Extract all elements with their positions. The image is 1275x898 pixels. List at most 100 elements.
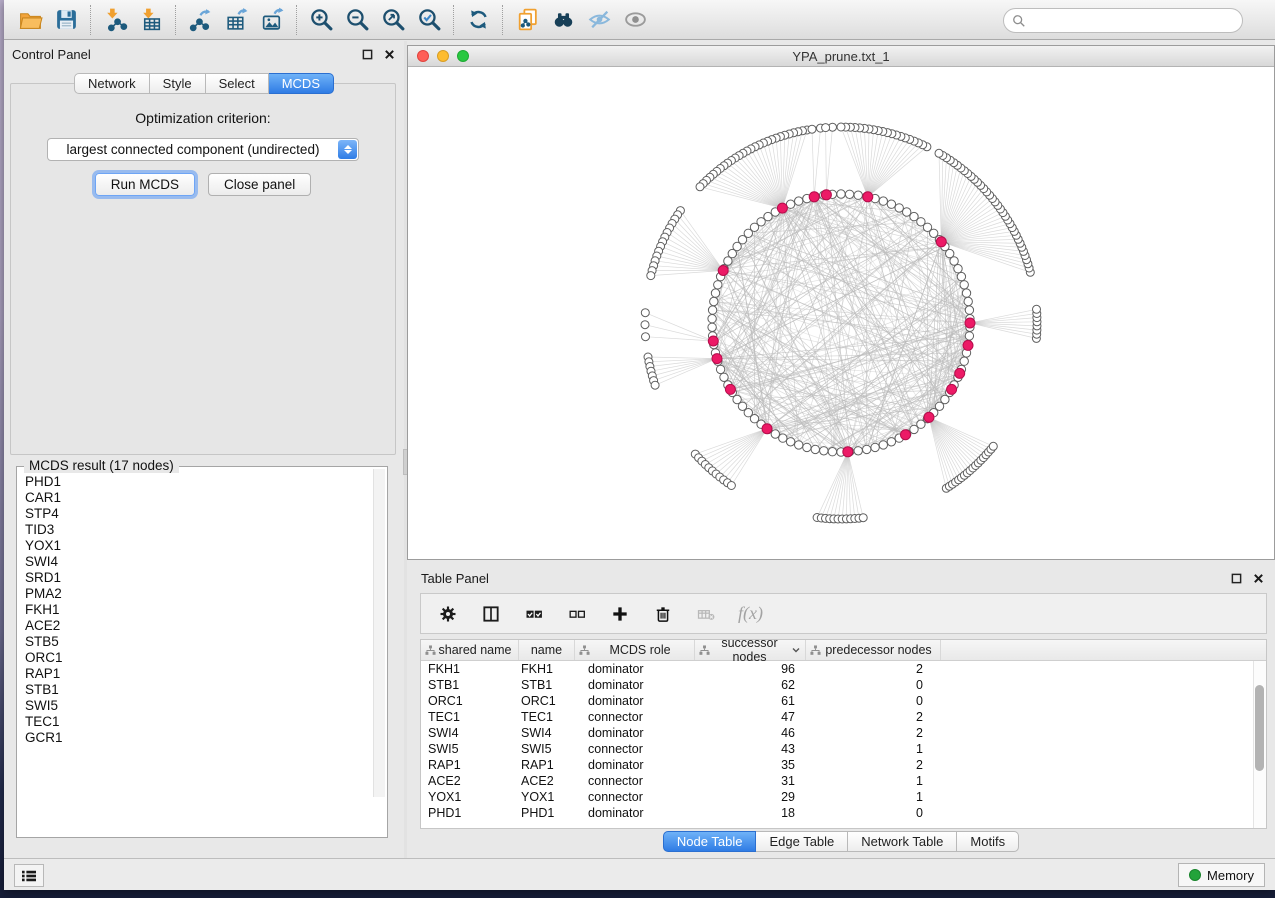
window-controls: [417, 50, 469, 62]
float-panel-icon[interactable]: [360, 47, 374, 61]
column-header-name[interactable]: name: [519, 640, 575, 660]
tab-select[interactable]: Select: [206, 73, 269, 94]
toolbar-separator: [502, 5, 503, 35]
table-row[interactable]: ACE2ACE2connector311: [421, 773, 1266, 789]
table-row[interactable]: TEC1TEC1connector472: [421, 709, 1266, 725]
search-box: [1003, 8, 1243, 33]
add-row-icon[interactable]: [609, 603, 631, 625]
mcds-result-item[interactable]: RAP1: [25, 666, 372, 682]
table-scrollbar[interactable]: [1253, 661, 1266, 828]
duplicate-network-icon[interactable]: [509, 3, 545, 37]
memory-button[interactable]: Memory: [1178, 863, 1265, 887]
table-cell: dominator: [575, 725, 695, 741]
network-graph[interactable]: [408, 67, 1274, 559]
table-row[interactable]: PHD1PHD1dominator180: [421, 805, 1266, 821]
close-window-icon[interactable]: [417, 50, 429, 62]
zoom-out-icon[interactable]: [339, 3, 375, 37]
network-titlebar[interactable]: YPA_prune.txt_1: [408, 46, 1274, 67]
maximize-window-icon[interactable]: [457, 50, 469, 62]
table-row[interactable]: FKH1FKH1dominator962: [421, 661, 1266, 677]
tab-network-table[interactable]: Network Table: [848, 831, 957, 852]
table-cell: 2: [806, 725, 941, 741]
run-mcds-button[interactable]: Run MCDS: [95, 173, 195, 196]
mcds-result-item[interactable]: FKH1: [25, 602, 372, 618]
mcds-list-scrollbar[interactable]: [373, 469, 385, 797]
hide-selected-icon[interactable]: [581, 3, 617, 37]
export-table-icon[interactable]: [218, 3, 254, 37]
column-header-filler: [941, 640, 1266, 660]
table-settings-gear-icon[interactable]: [437, 603, 459, 625]
delete-rows-icon[interactable]: [652, 603, 674, 625]
mcds-result-item[interactable]: ORC1: [25, 650, 372, 666]
mcds-result-item[interactable]: SRD1: [25, 570, 372, 586]
mcds-result-item[interactable]: ACE2: [25, 618, 372, 634]
table-row[interactable]: YOX1YOX1connector291: [421, 789, 1266, 805]
search-input[interactable]: [1026, 11, 1242, 31]
search-network-icon[interactable]: [545, 3, 581, 37]
import-table-icon[interactable]: [133, 3, 169, 37]
zoom-in-icon[interactable]: [303, 3, 339, 37]
minimize-window-icon[interactable]: [437, 50, 449, 62]
tab-node-table[interactable]: Node Table: [663, 831, 757, 852]
mcds-result-item[interactable]: SWI5: [25, 698, 372, 714]
open-file-icon[interactable]: [12, 3, 48, 37]
table-row[interactable]: RAP1RAP1dominator352: [421, 757, 1266, 773]
select-all-icon[interactable]: [523, 603, 545, 625]
column-header-shared-name[interactable]: shared name: [421, 640, 519, 660]
mcds-result-item[interactable]: CAR1: [25, 490, 372, 506]
tab-edge-table[interactable]: Edge Table: [756, 831, 848, 852]
table-cell: SWI4: [421, 725, 519, 741]
tab-style[interactable]: Style: [150, 73, 206, 94]
import-network-icon[interactable]: [97, 3, 133, 37]
table-cell: TEC1: [421, 709, 519, 725]
refresh-view-icon[interactable]: [460, 3, 496, 37]
network-canvas[interactable]: [408, 67, 1274, 559]
zoom-fit-icon[interactable]: [375, 3, 411, 37]
mcds-result-item[interactable]: SWI4: [25, 554, 372, 570]
export-image-icon[interactable]: [254, 3, 290, 37]
mcds-result-item[interactable]: GCR1: [25, 730, 372, 746]
control-panel: Control Panel Network Style Select MCDS …: [4, 41, 404, 858]
mcds-result-item[interactable]: TEC1: [25, 714, 372, 730]
export-network-icon[interactable]: [182, 3, 218, 37]
table-row[interactable]: ORC1ORC1dominator610: [421, 693, 1266, 709]
table-cell: 1: [806, 789, 941, 805]
column-header-mcds-role[interactable]: MCDS role: [575, 640, 695, 660]
tab-motifs[interactable]: Motifs: [957, 831, 1019, 852]
table-row[interactable]: STB1STB1dominator620: [421, 677, 1266, 693]
mcds-result-list[interactable]: PHD1CAR1STP4TID3YOX1SWI4SRD1PMA2FKH1ACE2…: [19, 469, 372, 835]
mcds-result-item[interactable]: STB1: [25, 682, 372, 698]
tab-mcds[interactable]: MCDS: [269, 73, 334, 94]
table-cell: ACE2: [421, 773, 519, 789]
task-history-button[interactable]: [14, 864, 44, 887]
table-scrollbar-thumb[interactable]: [1255, 685, 1264, 771]
table-cell: YOX1: [519, 789, 575, 805]
table-row[interactable]: SWI4SWI4dominator462: [421, 725, 1266, 741]
close-panel-button[interactable]: Close panel: [208, 173, 311, 196]
mcds-result-item[interactable]: YOX1: [25, 538, 372, 554]
chevron-down-icon[interactable]: [791, 645, 801, 655]
table-row[interactable]: SWI5SWI5connector431: [421, 741, 1266, 757]
column-header-successor-nodes[interactable]: successor nodes: [695, 640, 806, 660]
show-all-icon[interactable]: [617, 3, 653, 37]
mcds-result-item[interactable]: PMA2: [25, 586, 372, 602]
close-panel-icon[interactable]: [382, 47, 396, 61]
function-builder-icon: f(x): [738, 603, 763, 624]
clear-selection-icon[interactable]: [566, 603, 588, 625]
mcds-result-item[interactable]: STP4: [25, 506, 372, 522]
table-cell: 31: [695, 773, 806, 789]
optimization-criterion-select[interactable]: largest connected component (undirected): [47, 138, 359, 161]
mcds-result-item[interactable]: PHD1: [25, 474, 372, 490]
save-session-icon[interactable]: [48, 3, 84, 37]
close-panel-icon[interactable]: [1251, 571, 1265, 585]
table-cell: SWI4: [519, 725, 575, 741]
mcds-result-item[interactable]: TID3: [25, 522, 372, 538]
table-cell: PHD1: [519, 805, 575, 821]
table-cell: dominator: [575, 677, 695, 693]
mcds-result-item[interactable]: STB5: [25, 634, 372, 650]
show-columns-icon[interactable]: [480, 603, 502, 625]
zoom-selected-icon[interactable]: [411, 3, 447, 37]
column-header-predecessor-nodes[interactable]: predecessor nodes: [806, 640, 941, 660]
tab-network[interactable]: Network: [74, 73, 150, 94]
float-panel-icon[interactable]: [1229, 571, 1243, 585]
